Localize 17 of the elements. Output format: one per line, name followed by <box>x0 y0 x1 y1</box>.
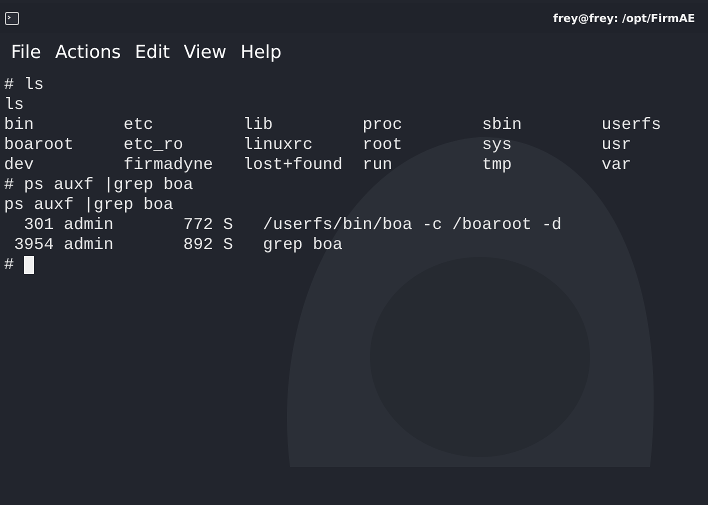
menu-item[interactable]: View <box>184 42 226 62</box>
terminal-line: boaroot etc_ro linuxrc root sys usr <box>4 135 632 155</box>
menu-item[interactable]: File <box>11 42 42 62</box>
menu-item[interactable]: Actions <box>55 42 121 62</box>
terminal-line: ls <box>4 95 25 115</box>
prompt: # <box>4 255 14 275</box>
terminal-line: 3954 admin 892 S grep boa <box>12 235 344 255</box>
terminal-line: 301 admin 772 S /userfs/bin/boa -c /boaroot -d <box>22 215 563 235</box>
window-title: frey@frey: /opt/FirmAE <box>553 12 695 24</box>
terminal-line: dev firmadyne lost+found run tmp var <box>4 155 632 175</box>
menu-item[interactable]: Help <box>240 42 282 62</box>
terminal-line: ps auxf |grep boa <box>4 195 174 215</box>
terminal-line: # ls <box>4 75 45 95</box>
terminal-icon <box>5 12 19 24</box>
terminal-line: bin etc lib proc sbin userfs <box>4 115 662 135</box>
menu-item[interactable]: Edit <box>134 42 170 62</box>
terminal-line: # ps auxf |grep boa <box>4 175 194 195</box>
